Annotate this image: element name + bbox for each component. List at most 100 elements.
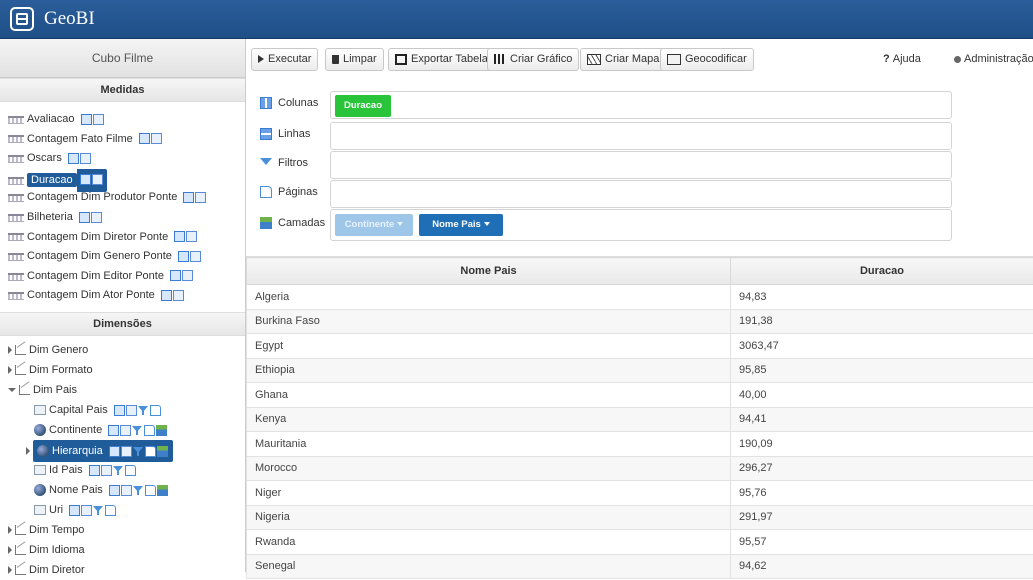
page-icon[interactable]: [125, 465, 136, 476]
layer-icon[interactable]: [156, 425, 167, 436]
table-row: Ethiopia95,85: [247, 358, 1033, 383]
dimension-item[interactable]: Dim Genero: [0, 340, 245, 360]
add-column-icon[interactable]: [81, 114, 92, 125]
level-item[interactable]: Uri: [0, 500, 245, 520]
add-row-icon[interactable]: [195, 192, 206, 203]
add-column-icon[interactable]: [80, 174, 91, 185]
add-row-icon[interactable]: [186, 231, 197, 242]
column-header[interactable]: Nome Pais: [247, 258, 731, 285]
measure-item[interactable]: Contagem Dim Genero Ponte: [0, 247, 245, 267]
measure-item[interactable]: Bilheteria: [0, 208, 245, 228]
chevron-down-icon: [484, 222, 490, 226]
criar-mapa-button[interactable]: Criar Mapa: [580, 48, 666, 71]
filter-icon[interactable]: [93, 505, 104, 516]
dimension-item[interactable]: Dim Tempo: [0, 520, 245, 540]
expand-arrow-icon[interactable]: [8, 546, 12, 554]
measure-item[interactable]: Contagem Dim Produtor Ponte: [0, 188, 245, 208]
add-column-icon[interactable]: [109, 446, 120, 457]
add-column-icon[interactable]: [170, 270, 181, 281]
add-column-icon[interactable]: [109, 485, 120, 496]
chip-duracao[interactable]: Duracao: [335, 95, 391, 117]
measure-item[interactable]: Contagem Fato Filme: [0, 130, 245, 150]
geocodificar-button[interactable]: Geocodificar: [660, 48, 754, 71]
filtros-dropzone[interactable]: [330, 151, 952, 179]
page-icon[interactable]: [105, 505, 116, 516]
limpar-button[interactable]: Limpar: [325, 48, 384, 71]
filter-icon[interactable]: [138, 405, 149, 416]
layer-icon[interactable]: [157, 446, 168, 457]
add-column-icon[interactable]: [69, 505, 80, 516]
chevron-down-icon: [397, 222, 403, 226]
add-row-icon[interactable]: [92, 174, 103, 185]
measure-item[interactable]: Contagem Dim Ator Ponte: [0, 286, 245, 306]
chip-continente[interactable]: Continente: [335, 214, 413, 236]
level-item[interactable]: Continente: [0, 420, 245, 440]
measure-item[interactable]: Contagem Dim Editor Ponte: [0, 267, 245, 287]
add-column-icon[interactable]: [178, 251, 189, 262]
add-column-icon[interactable]: [161, 290, 172, 301]
add-row-icon[interactable]: [182, 270, 193, 281]
add-row-icon[interactable]: [120, 425, 131, 436]
layer-icon[interactable]: [157, 485, 168, 496]
add-row-icon[interactable]: [80, 153, 91, 164]
add-row-icon[interactable]: [121, 446, 132, 457]
page-icon[interactable]: [145, 446, 156, 457]
add-column-icon[interactable]: [139, 133, 150, 144]
add-column-icon[interactable]: [174, 231, 185, 242]
linhas-dropzone[interactable]: [330, 122, 952, 150]
colunas-dropzone[interactable]: Duracao: [330, 91, 952, 119]
pivot-config: Colunas Duracao Linhas Filtros Páginas C…: [246, 84, 1033, 246]
add-column-icon[interactable]: [89, 465, 100, 476]
filter-icon[interactable]: [133, 446, 144, 457]
column-header[interactable]: Duracao: [731, 258, 1033, 285]
filter-icon[interactable]: [133, 485, 144, 496]
measure-item[interactable]: Contagem Dim Diretor Ponte: [0, 228, 245, 248]
add-column-icon[interactable]: [79, 212, 90, 223]
top-bar: GeoBI: [0, 0, 1033, 39]
level-item[interactable]: Id Pais: [0, 460, 245, 480]
expand-arrow-icon[interactable]: [8, 366, 12, 374]
dimension-item-expanded[interactable]: Dim Pais: [0, 380, 245, 400]
page-icon[interactable]: [150, 405, 161, 416]
ajuda-link[interactable]: ?Ajuda: [883, 53, 921, 65]
add-row-icon[interactable]: [93, 114, 104, 125]
paginas-dropzone[interactable]: [330, 180, 952, 208]
measure-item-selected[interactable]: Duracao: [0, 169, 245, 189]
add-row-icon[interactable]: [126, 405, 137, 416]
dimension-item[interactable]: Dim Diretor: [0, 560, 245, 580]
measure-item[interactable]: Avaliacao: [0, 110, 245, 130]
collapse-arrow-icon[interactable]: [8, 388, 16, 392]
add-column-icon[interactable]: [114, 405, 125, 416]
add-row-icon[interactable]: [121, 485, 132, 496]
filtros-row: Filtros: [260, 151, 950, 179]
criar-grafico-button[interactable]: Criar Gráfico: [487, 48, 579, 71]
add-column-icon[interactable]: [68, 153, 79, 164]
filter-icon[interactable]: [113, 465, 124, 476]
filter-icon[interactable]: [132, 425, 143, 436]
add-row-icon[interactable]: [190, 251, 201, 262]
add-row-icon[interactable]: [91, 212, 102, 223]
exportar-tabela-button[interactable]: Exportar Tabela: [388, 48, 495, 71]
add-row-icon[interactable]: [81, 505, 92, 516]
expand-arrow-icon[interactable]: [8, 566, 12, 574]
level-item-selected[interactable]: Hierarquia: [0, 440, 245, 460]
add-column-icon[interactable]: [108, 425, 119, 436]
camadas-dropzone[interactable]: Continente Nome Pais: [330, 209, 952, 241]
chip-nome-pais[interactable]: Nome Pais: [419, 214, 503, 236]
level-item[interactable]: Nome Pais: [0, 480, 245, 500]
dimension-item[interactable]: Dim Idioma: [0, 540, 245, 560]
executar-button[interactable]: Executar: [251, 48, 318, 71]
level-item[interactable]: Capital Pais: [0, 400, 245, 420]
add-row-icon[interactable]: [173, 290, 184, 301]
dimension-item[interactable]: Dim Formato: [0, 360, 245, 380]
administracao-link[interactable]: Administração: [954, 53, 1033, 65]
measure-item[interactable]: Oscars: [0, 149, 245, 169]
expand-arrow-icon[interactable]: [26, 447, 30, 455]
add-row-icon[interactable]: [101, 465, 112, 476]
page-icon[interactable]: [144, 425, 155, 436]
expand-arrow-icon[interactable]: [8, 346, 12, 354]
expand-arrow-icon[interactable]: [8, 526, 12, 534]
add-row-icon[interactable]: [151, 133, 162, 144]
page-icon[interactable]: [145, 485, 156, 496]
add-column-icon[interactable]: [183, 192, 194, 203]
